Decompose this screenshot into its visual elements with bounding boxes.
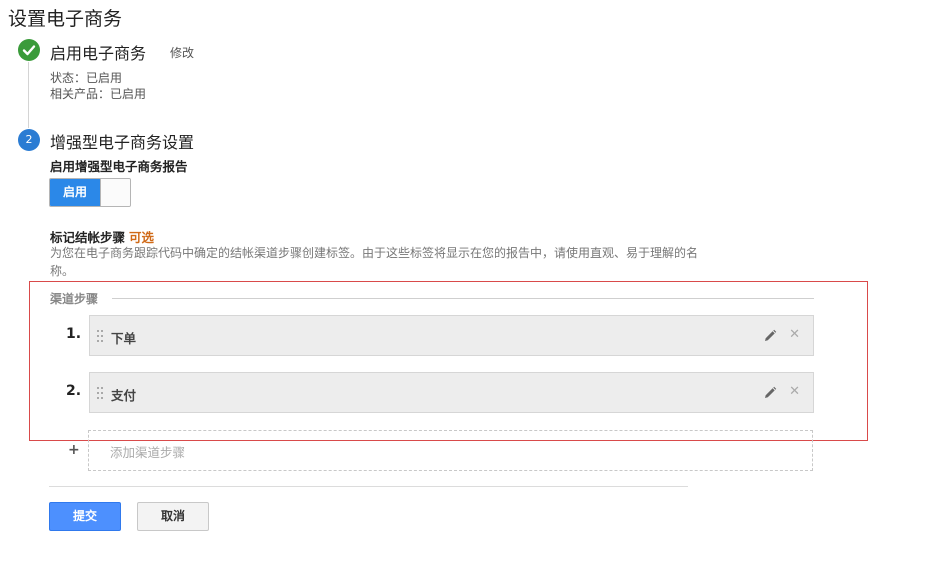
funnel-step-number: 2. — [66, 383, 82, 399]
toggle-knob — [100, 179, 130, 206]
pencil-icon[interactable] — [763, 385, 777, 399]
page-title: 设置电子商务 — [8, 8, 123, 30]
add-step-placeholder: 添加渠道步骤 — [110, 445, 186, 460]
funnel-section-label: 渠道步骤 — [50, 292, 99, 306]
related-products-text: 相关产品：已启用 — [50, 87, 147, 101]
funnel-step-name: 下单 — [111, 331, 137, 346]
toggle-on-label: 启用 — [50, 179, 100, 206]
step-connector-line — [28, 62, 29, 128]
close-icon[interactable]: ✕ — [789, 327, 800, 343]
checkmark-icon — [18, 39, 40, 61]
checkout-description: 为您在电子商务跟踪代码中确定的结帐渠道步骤创建标签。由于这些标签将显示在您的报告… — [50, 246, 699, 278]
funnel-step-number: 1. — [66, 326, 82, 342]
funnel-step-name: 支付 — [111, 388, 137, 403]
drag-handle-icon[interactable] — [97, 330, 104, 342]
funnel-step-row[interactable]: 下单 ✕ — [89, 315, 814, 356]
checkout-steps-label: 标记结帐步骤 — [50, 230, 126, 245]
actions-divider — [49, 486, 688, 487]
status-text: 状态：已启用 — [50, 71, 123, 85]
section-divider — [112, 298, 814, 299]
add-step-plus-icon[interactable]: + — [68, 442, 80, 458]
edit-step1-link[interactable]: 修改 — [170, 44, 194, 61]
enable-enhanced-reports-label: 启用增强型电子商务报告 — [50, 159, 188, 174]
funnel-step-row[interactable]: 支付 ✕ — [89, 372, 814, 413]
optional-label: 可选 — [129, 230, 155, 245]
step1-title: 启用电子商务 — [50, 44, 147, 63]
cancel-button[interactable]: 取消 — [137, 502, 209, 531]
close-icon[interactable]: ✕ — [789, 384, 800, 400]
submit-button[interactable]: 提交 — [49, 502, 121, 531]
step2-title: 增强型电子商务设置 — [50, 133, 195, 152]
highlight-box — [29, 281, 868, 441]
enhanced-ecommerce-toggle[interactable]: 启用 — [49, 178, 131, 207]
drag-handle-icon[interactable] — [97, 387, 104, 399]
pencil-icon[interactable] — [763, 328, 777, 342]
add-funnel-step-input[interactable]: 添加渠道步骤 — [88, 430, 813, 471]
step-number-badge: 2 — [18, 129, 40, 151]
